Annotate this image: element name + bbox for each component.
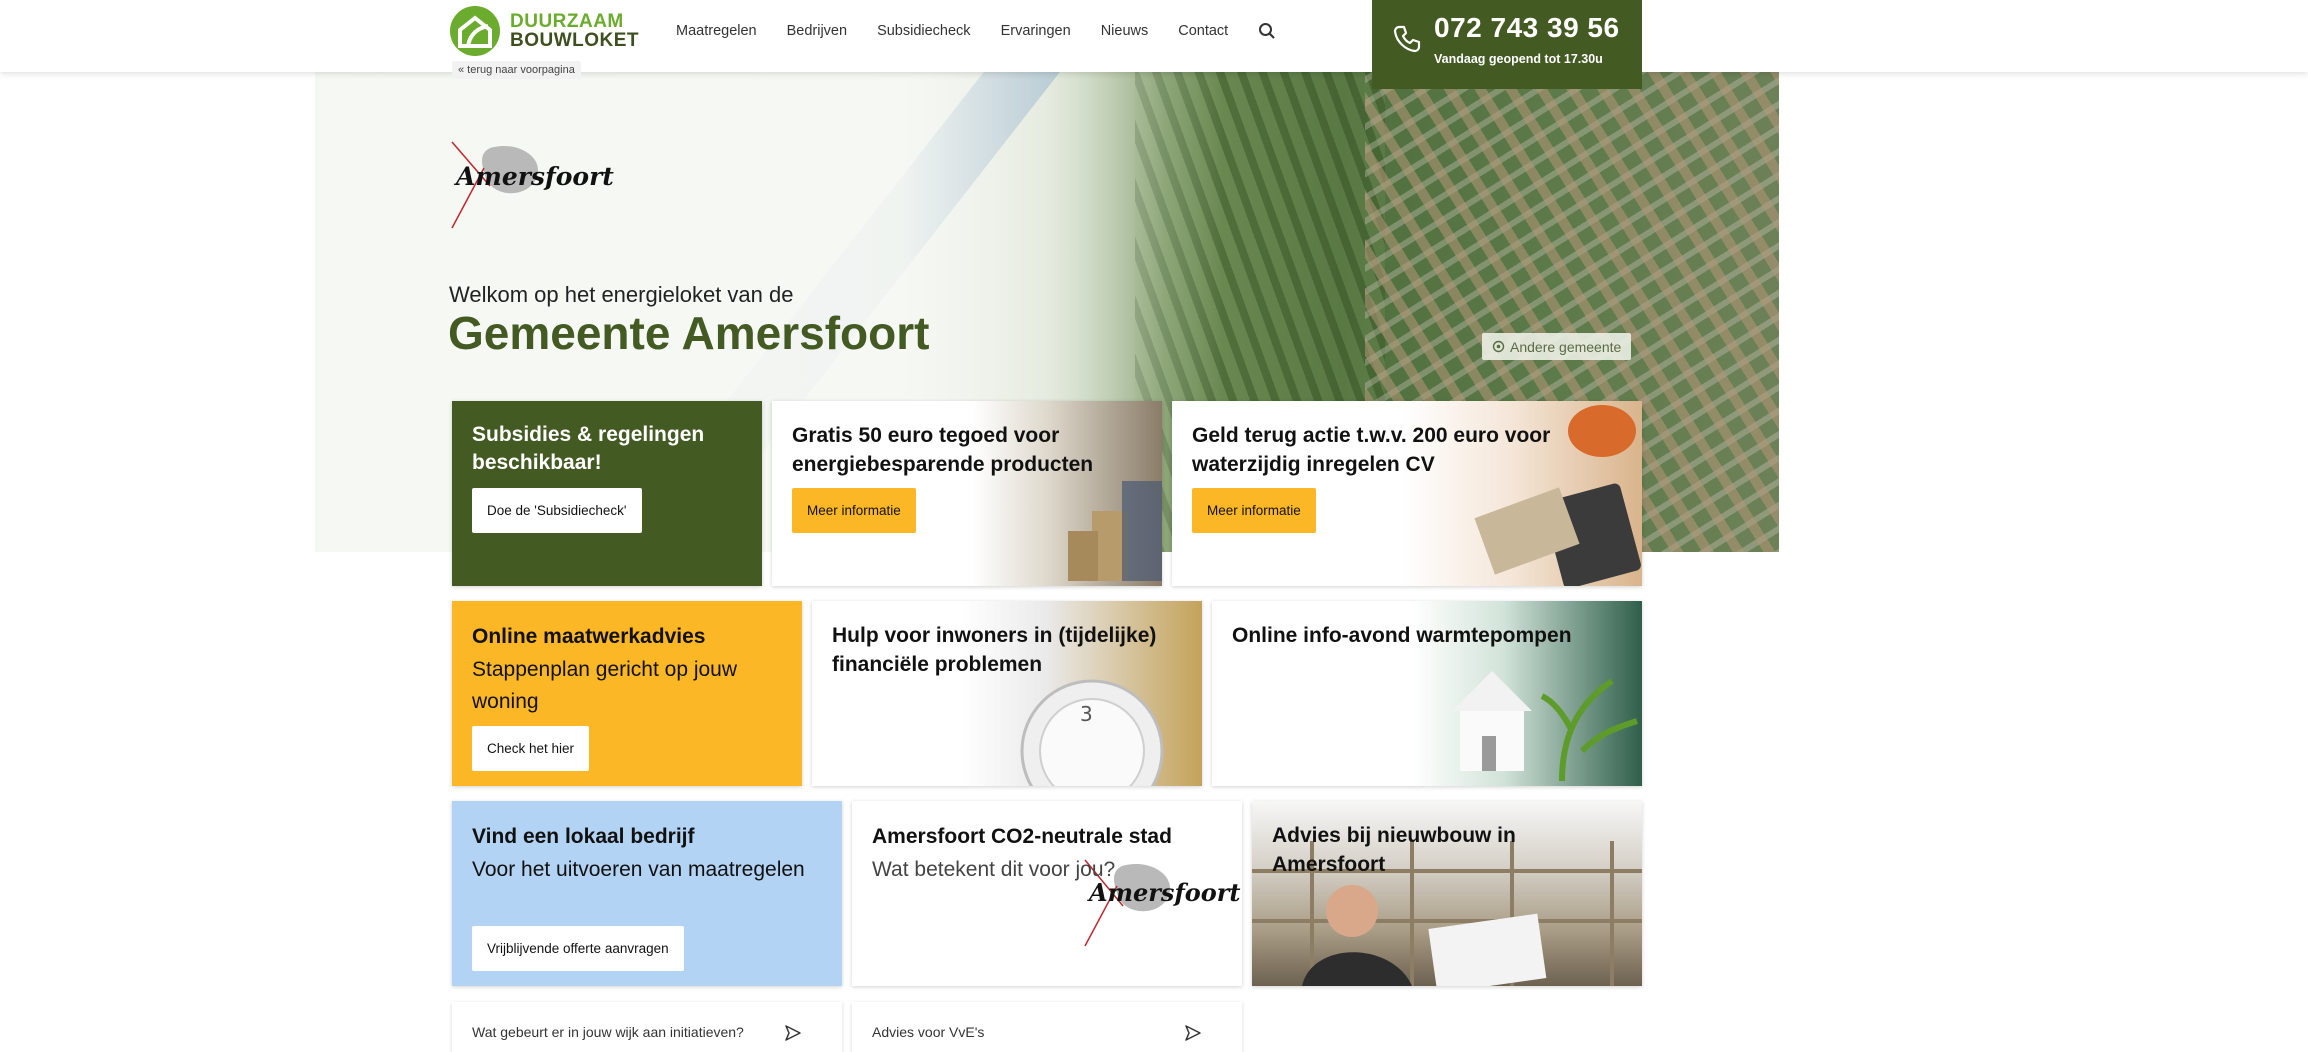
phone-icon <box>1392 24 1422 59</box>
meer-informatie-button[interactable]: Meer informatie <box>1192 488 1316 533</box>
opening-hours: Vandaag geopend tot 17.30u <box>1434 52 1603 66</box>
nav-item-maatregelen[interactable]: Maatregelen <box>676 23 757 39</box>
card-title: Online maatwerkadvies <box>472 625 706 648</box>
other-municipality-button[interactable]: Andere gemeente <box>1482 333 1632 360</box>
check-het-hier-button[interactable]: Check het hier <box>472 726 590 771</box>
subsidiecheck-button[interactable]: Doe de 'Subsidiecheck' <box>472 488 642 533</box>
phone-number[interactable]: 072 743 39 56 <box>1434 12 1620 44</box>
link-advies-vve[interactable]: Advies voor VvE's <box>852 1002 1242 1052</box>
send-arrow-icon <box>784 1024 802 1045</box>
nav-item-bedrijven[interactable]: Bedrijven <box>787 23 847 39</box>
card-subtitle: Stappenplan gericht op jouw woning <box>472 657 738 714</box>
link-label: Wat gebeurt er in jouw wijk aan initiati… <box>472 1024 744 1040</box>
nav-item-ervaringen[interactable]: Ervaringen <box>1001 23 1071 39</box>
card-co2-neutraal[interactable]: Amersfoort Amersfoort CO2-neutrale stad … <box>852 801 1242 986</box>
page-title: Gemeente Amersfoort <box>448 307 930 359</box>
location-icon <box>1492 340 1505 353</box>
card-financiele-hulp[interactable]: 3 Hulp voor inwoners in (tijdelijke) fin… <box>812 601 1202 786</box>
offerte-aanvragen-button[interactable]: Vrijblijvende offerte aanvragen <box>472 926 684 971</box>
logo-line1: DUURZAAM <box>510 11 624 32</box>
link-wijk-initiatieven[interactable]: Wat gebeurt er in jouw wijk aan initiati… <box>452 1002 842 1052</box>
send-arrow-icon <box>1184 1024 1202 1045</box>
link-label: Advies voor VvE's <box>872 1024 985 1040</box>
card-title: Geld terug actie t.w.v. 200 euro voor wa… <box>1192 424 1551 477</box>
municipality-logo-text: Amersfoort <box>456 162 614 191</box>
phone-contact-box[interactable]: 072 743 39 56 Vandaag geopend tot 17.30u <box>1372 0 1642 89</box>
logo-line2: BOUWLOKET <box>510 30 640 51</box>
card-subtitle: Voor het uitvoeren van maatregelen <box>472 857 805 881</box>
nav-item-subsidiecheck[interactable]: Subsidiecheck <box>877 23 971 39</box>
municipality-logo: Amersfoort <box>450 140 614 232</box>
card-subtitle: Wat betekent dit voor jou? <box>872 857 1116 881</box>
site-logo[interactable]: DUURZAAM BOUWLOKET <box>450 6 639 56</box>
card-title: Amersfoort CO2-neutrale stad <box>872 825 1172 848</box>
site-header: DUURZAAM BOUWLOKET Maatregelen Bedrijven… <box>0 0 2308 72</box>
card-maatwerkadvies[interactable]: Online maatwerkadvies Stappenplan gerich… <box>452 601 802 786</box>
other-municipality-label: Andere gemeente <box>1510 338 1622 355</box>
nav-item-contact[interactable]: Contact <box>1178 23 1228 39</box>
back-to-home-link[interactable]: « terug naar voorpagina <box>452 61 581 79</box>
card-geld-terug[interactable]: Geld terug actie t.w.v. 200 euro voor wa… <box>1172 401 1642 586</box>
card-title: Advies bij nieuwbouw in Amersfoort <box>1272 824 1516 877</box>
svg-text:3: 3 <box>1080 702 1093 726</box>
meer-informatie-button[interactable]: Meer informatie <box>792 488 916 533</box>
card-title: Hulp voor inwoners in (tijdelijke) finan… <box>832 624 1157 677</box>
card-title: Gratis 50 euro tegoed voor energiebespar… <box>792 424 1094 477</box>
card-lokaal-bedrijf[interactable]: Vind een lokaal bedrijf Voor het uitvoer… <box>452 801 842 986</box>
card-title: Subsidies & regelingen beschikbaar! <box>472 423 705 475</box>
logo-house-icon <box>450 6 500 56</box>
search-icon[interactable] <box>1258 22 1276 40</box>
card-subsidies[interactable]: Subsidies & regelingen beschikbaar! Doe … <box>452 401 762 586</box>
card-info-avond[interactable]: Online info-avond warmtepompen <box>1212 601 1642 786</box>
welcome-text: Welkom op het energieloket van de <box>449 282 794 307</box>
nav-item-nieuws[interactable]: Nieuws <box>1101 23 1149 39</box>
card-title: Vind een lokaal bedrijf <box>472 825 695 848</box>
card-title: Online info-avond warmtepompen <box>1232 624 1572 647</box>
main-nav: Maatregelen Bedrijven Subsidiecheck Erva… <box>676 22 1276 40</box>
card-nieuwbouw[interactable]: Advies bij nieuwbouw in Amersfoort <box>1252 801 1642 986</box>
card-gratis-tegoed[interactable]: Gratis 50 euro tegoed voor energiebespar… <box>772 401 1162 586</box>
